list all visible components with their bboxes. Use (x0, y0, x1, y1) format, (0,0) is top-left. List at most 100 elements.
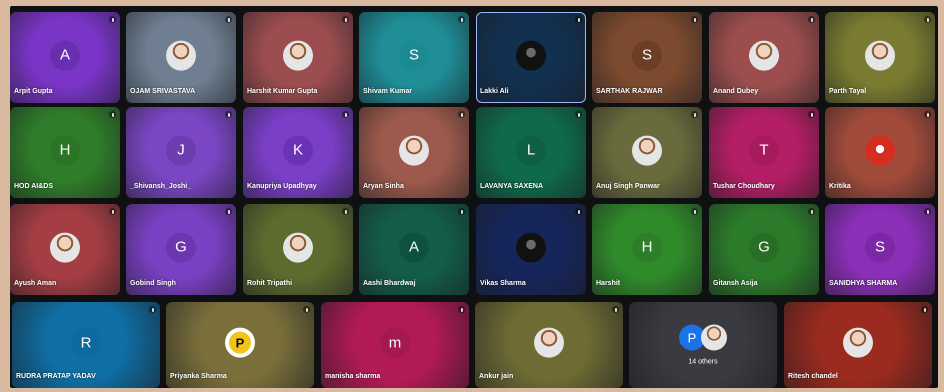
mic-icon (342, 208, 349, 215)
participant-name: Ayush Aman (14, 280, 57, 287)
participant-tile[interactable]: A Aashi Bhardwaj (359, 204, 469, 295)
mic-icon (303, 306, 310, 313)
participant-tile[interactable]: S Shivam Kumar (359, 12, 469, 103)
participant-name: Ritesh chandel (788, 373, 838, 380)
avatar: S (865, 232, 895, 263)
participant-name: Vikas Sharma (480, 280, 526, 287)
participant-tile[interactable]: Vikas Sharma (476, 204, 586, 295)
mic-icon (808, 16, 815, 23)
avatar: R (71, 327, 101, 358)
mic-icon (225, 111, 232, 118)
mic-icon (109, 16, 116, 23)
mic-icon (921, 306, 928, 313)
participant-tile[interactable]: OJAM SRIVASTAVA (126, 12, 236, 103)
participant-tile[interactable]: S SARTHAK RAJWAR (592, 12, 702, 103)
mic-icon (342, 16, 349, 23)
participant-name: Tushar Choudhary (713, 183, 775, 190)
others-count: 14 others (688, 358, 718, 366)
participant-name: Lakki Ali (480, 88, 509, 95)
participant-tile[interactable]: Kritika (825, 107, 935, 198)
avatar (701, 324, 727, 351)
participant-tile[interactable]: H Harshit (592, 204, 702, 295)
participant-tile[interactable]: A Arpit Gupta (10, 12, 120, 103)
others-group[interactable]: P 14 others (679, 324, 727, 366)
participant-name: HOD AI&DS (14, 183, 54, 190)
participant-tile[interactable]: J _Shivansh_Joshi_ (126, 107, 236, 198)
participant-tile[interactable]: G Gitansh Asija (709, 204, 819, 295)
participant-tile[interactable]: Ankur jain (475, 302, 623, 388)
participant-name: Anand Dubey (713, 88, 759, 95)
avatar: J (166, 135, 196, 166)
participant-tile[interactable]: S SANIDHYA SHARMA (825, 204, 935, 295)
mic-icon (225, 208, 232, 215)
avatar (225, 327, 255, 358)
mic-icon (458, 111, 465, 118)
meeting-grid: A Arpit Gupta OJAM SRIVASTAVA Harshit Kumar… (10, 6, 938, 388)
mic-icon (575, 16, 582, 23)
participant-tile[interactable]: L LAVANYA SAXENA (476, 107, 586, 198)
mic-icon (109, 111, 116, 118)
avatar (166, 40, 196, 71)
mic-icon (612, 306, 619, 313)
avatar: K (283, 135, 313, 166)
participant-name: Ankur jain (479, 373, 514, 380)
participant-tile[interactable]: P 14 others (629, 302, 777, 388)
participant-name: Gobind Singh (130, 280, 176, 287)
mic-icon (924, 16, 931, 23)
mic-icon (225, 16, 232, 23)
participant-name: Gitansh Asija (713, 280, 758, 287)
avatar (749, 40, 779, 71)
mic-icon (342, 111, 349, 118)
mic-icon (808, 111, 815, 118)
mic-icon (575, 111, 582, 118)
avatar (843, 327, 873, 358)
avatar (632, 135, 662, 166)
avatar (399, 135, 429, 166)
avatar (516, 40, 546, 71)
mic-icon (109, 208, 116, 215)
participant-name: Harshit Kumar Gupta (247, 88, 318, 95)
participant-tile[interactable]: Lakki Ali (476, 12, 586, 103)
mic-icon (924, 111, 931, 118)
participant-name: LAVANYA SAXENA (480, 183, 544, 190)
participant-name: Shivam Kumar (363, 88, 413, 95)
participant-tile[interactable]: m manisha sharma (321, 302, 469, 388)
avatar (516, 232, 546, 263)
participant-name: Arpit Gupta (14, 88, 53, 95)
mic-icon (149, 306, 156, 313)
participant-name: Parth Tayal (829, 88, 867, 95)
participant-name: Kanupriya Upadhyay (247, 183, 317, 190)
participant-tile[interactable]: Parth Tayal (825, 12, 935, 103)
participant-name: OJAM SRIVASTAVA (130, 88, 196, 95)
mic-icon (691, 111, 698, 118)
participant-tile[interactable]: Anand Dubey (709, 12, 819, 103)
participant-name: Aashi Bhardwaj (363, 280, 416, 287)
mic-icon (691, 16, 698, 23)
participant-name: RUDRA PRATAP YADAV (16, 373, 96, 380)
avatar: T (749, 135, 779, 166)
participant-tile[interactable]: Anuj Singh Panwar (592, 107, 702, 198)
participant-tile[interactable]: Harshit Kumar Gupta (243, 12, 353, 103)
participant-name: _Shivansh_Joshi_ (130, 183, 192, 190)
participant-name: Harshit (596, 280, 621, 287)
mic-icon (458, 208, 465, 215)
participant-tile[interactable]: T Tushar Choudhary (709, 107, 819, 198)
participant-tile[interactable]: Priyanka Sharma (166, 302, 314, 388)
participant-tile[interactable]: Ritesh chandel (784, 302, 932, 388)
participant-tile[interactable]: G Gobind Singh (126, 204, 236, 295)
participant-tile[interactable]: R RUDRA PRATAP YADAV (12, 302, 160, 388)
avatar: H (632, 232, 662, 263)
participant-name: Kritika (829, 183, 851, 190)
avatar: L (516, 135, 546, 166)
participant-tile[interactable]: Rohit Tripathi (243, 204, 353, 295)
avatar: A (50, 40, 80, 71)
avatar (283, 232, 313, 263)
participant-name: Rohit Tripathi (247, 280, 293, 287)
mic-icon (691, 208, 698, 215)
participant-tile[interactable]: Aryan Sinha (359, 107, 469, 198)
avatar: m (380, 327, 410, 358)
participant-tile[interactable]: H HOD AI&DS (10, 107, 120, 198)
participant-tile[interactable]: K Kanupriya Upadhyay (243, 107, 353, 198)
participant-name: SARTHAK RAJWAR (596, 88, 663, 95)
participant-tile[interactable]: Ayush Aman (10, 204, 120, 295)
